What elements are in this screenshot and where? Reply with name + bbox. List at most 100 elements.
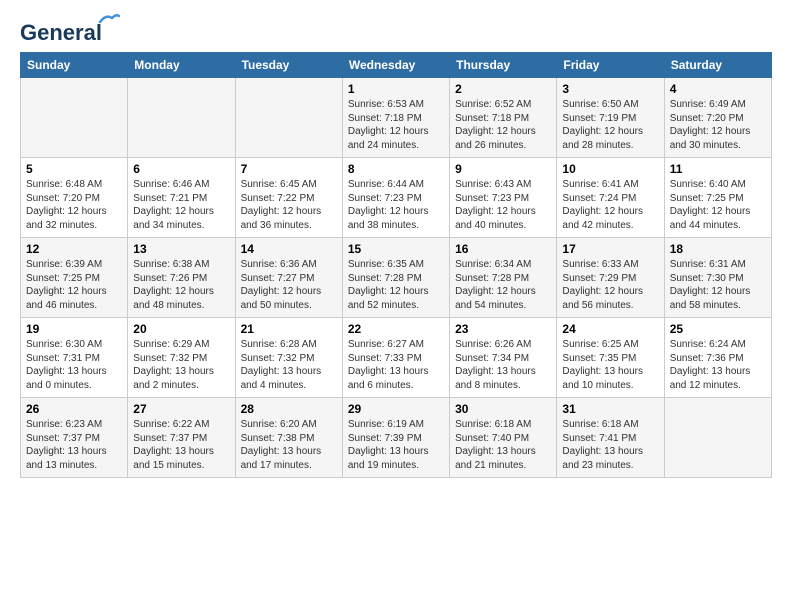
day-number: 13 xyxy=(133,242,229,256)
day-info: Sunrise: 6:20 AMSunset: 7:38 PMDaylight:… xyxy=(241,418,337,472)
day-number: 12 xyxy=(26,242,122,256)
day-number: 31 xyxy=(562,402,658,416)
calendar-cell: 21 Sunrise: 6:28 AMSunset: 7:32 PMDayligh… xyxy=(235,318,342,398)
day-info: Sunrise: 6:33 AMSunset: 7:29 PMDaylight:… xyxy=(562,258,658,312)
day-number: 6 xyxy=(133,162,229,176)
calendar-table: SundayMondayTuesdayWednesdayThursdayFrid… xyxy=(20,52,772,478)
day-number: 27 xyxy=(133,402,229,416)
day-info: Sunrise: 6:34 AMSunset: 7:28 PMDaylight:… xyxy=(455,258,551,312)
calendar-cell: 7Sunrise: 6:45 AMSunset: 7:22 PMDaylight… xyxy=(235,158,342,238)
day-number: 17 xyxy=(562,242,658,256)
calendar-cell: 12 Sunrise: 6:39 AMSunset: 7:25 PMDayligh… xyxy=(21,238,128,318)
weekday-header-friday: Friday xyxy=(557,53,664,78)
day-number: 23 xyxy=(455,322,551,336)
day-info: Sunrise: 6:22 AMSunset: 7:37 PMDaylight:… xyxy=(133,418,229,472)
day-number: 1 xyxy=(348,82,444,96)
day-number: 9 xyxy=(455,162,551,176)
day-info: Sunrise: 6:50 AMSunset: 7:19 PMDaylight:… xyxy=(562,98,658,152)
day-info: Sunrise: 6:44 AMSunset: 7:23 PMDaylight:… xyxy=(348,178,444,232)
calendar-cell: 18 Sunrise: 6:31 AMSunset: 7:30 PMDayligh… xyxy=(664,238,771,318)
calendar-cell: 29 Sunrise: 6:19 AMSunset: 7:39 PMDayligh… xyxy=(342,398,449,478)
weekday-header-tuesday: Tuesday xyxy=(235,53,342,78)
day-info: Sunrise: 6:31 AMSunset: 7:30 PMDaylight:… xyxy=(670,258,766,312)
day-number: 7 xyxy=(241,162,337,176)
day-info: Sunrise: 6:25 AMSunset: 7:35 PMDaylight:… xyxy=(562,338,658,392)
weekday-header-saturday: Saturday xyxy=(664,53,771,78)
calendar-cell xyxy=(21,78,128,158)
day-number: 15 xyxy=(348,242,444,256)
day-number: 28 xyxy=(241,402,337,416)
calendar-cell: 16 Sunrise: 6:34 AMSunset: 7:28 PMDayligh… xyxy=(450,238,557,318)
weekday-header-thursday: Thursday xyxy=(450,53,557,78)
calendar-week-row: 1 Sunrise: 6:53 AMSunset: 7:18 PMDaylight… xyxy=(21,78,772,158)
day-number: 26 xyxy=(26,402,122,416)
page-header: General xyxy=(20,20,772,42)
day-info: Sunrise: 6:23 AMSunset: 7:37 PMDaylight:… xyxy=(26,418,122,472)
calendar-week-row: 19 Sunrise: 6:30 AMSunset: 7:31 PMDayligh… xyxy=(21,318,772,398)
day-info: Sunrise: 6:46 AMSunset: 7:21 PMDaylight:… xyxy=(133,178,229,232)
calendar-cell: 23 Sunrise: 6:26 AMSunset: 7:34 PMDayligh… xyxy=(450,318,557,398)
day-number: 29 xyxy=(348,402,444,416)
calendar-cell: 30 Sunrise: 6:18 AMSunset: 7:40 PMDayligh… xyxy=(450,398,557,478)
calendar-cell: 11Sunrise: 6:40 AMSunset: 7:25 PMDayligh… xyxy=(664,158,771,238)
logo-general: General xyxy=(20,20,102,45)
calendar-cell: 4Sunrise: 6:49 AMSunset: 7:20 PMDaylight… xyxy=(664,78,771,158)
day-info: Sunrise: 6:38 AMSunset: 7:26 PMDaylight:… xyxy=(133,258,229,312)
day-number: 19 xyxy=(26,322,122,336)
calendar-cell: 8 Sunrise: 6:44 AMSunset: 7:23 PMDaylight… xyxy=(342,158,449,238)
calendar-cell: 26 Sunrise: 6:23 AMSunset: 7:37 PMDayligh… xyxy=(21,398,128,478)
day-info: Sunrise: 6:43 AMSunset: 7:23 PMDaylight:… xyxy=(455,178,551,232)
day-info: Sunrise: 6:28 AMSunset: 7:32 PMDaylight:… xyxy=(241,338,337,392)
weekday-header-wednesday: Wednesday xyxy=(342,53,449,78)
day-number: 24 xyxy=(562,322,658,336)
calendar-cell: 2 Sunrise: 6:52 AMSunset: 7:18 PMDaylight… xyxy=(450,78,557,158)
day-info: Sunrise: 6:39 AMSunset: 7:25 PMDaylight:… xyxy=(26,258,122,312)
day-number: 10 xyxy=(562,162,658,176)
day-info: Sunrise: 6:36 AMSunset: 7:27 PMDaylight:… xyxy=(241,258,337,312)
calendar-cell: 6 Sunrise: 6:46 AMSunset: 7:21 PMDaylight… xyxy=(128,158,235,238)
day-number: 16 xyxy=(455,242,551,256)
calendar-cell: 17 Sunrise: 6:33 AMSunset: 7:29 PMDayligh… xyxy=(557,238,664,318)
day-number: 11 xyxy=(670,162,766,176)
calendar-cell xyxy=(664,398,771,478)
calendar-cell: 10Sunrise: 6:41 AMSunset: 7:24 PMDayligh… xyxy=(557,158,664,238)
day-info: Sunrise: 6:49 AMSunset: 7:20 PMDaylight:… xyxy=(670,98,766,152)
day-info: Sunrise: 6:18 AMSunset: 7:40 PMDaylight:… xyxy=(455,418,551,472)
calendar-week-row: 5 Sunrise: 6:48 AMSunset: 7:20 PMDaylight… xyxy=(21,158,772,238)
calendar-cell: 25 Sunrise: 6:24 AMSunset: 7:36 PMDayligh… xyxy=(664,318,771,398)
calendar-cell: 22 Sunrise: 6:27 AMSunset: 7:33 PMDayligh… xyxy=(342,318,449,398)
calendar-cell: 19 Sunrise: 6:30 AMSunset: 7:31 PMDayligh… xyxy=(21,318,128,398)
calendar-cell: 20 Sunrise: 6:29 AMSunset: 7:32 PMDayligh… xyxy=(128,318,235,398)
day-info: Sunrise: 6:48 AMSunset: 7:20 PMDaylight:… xyxy=(26,178,122,232)
day-info: Sunrise: 6:26 AMSunset: 7:34 PMDaylight:… xyxy=(455,338,551,392)
day-number: 30 xyxy=(455,402,551,416)
day-info: Sunrise: 6:30 AMSunset: 7:31 PMDaylight:… xyxy=(26,338,122,392)
day-number: 2 xyxy=(455,82,551,96)
day-number: 20 xyxy=(133,322,229,336)
day-number: 21 xyxy=(241,322,337,336)
day-number: 25 xyxy=(670,322,766,336)
calendar-cell: 28 Sunrise: 6:20 AMSunset: 7:38 PMDayligh… xyxy=(235,398,342,478)
weekday-header-sunday: Sunday xyxy=(21,53,128,78)
day-number: 22 xyxy=(348,322,444,336)
day-info: Sunrise: 6:24 AMSunset: 7:36 PMDaylight:… xyxy=(670,338,766,392)
day-number: 5 xyxy=(26,162,122,176)
day-info: Sunrise: 6:27 AMSunset: 7:33 PMDaylight:… xyxy=(348,338,444,392)
day-number: 3 xyxy=(562,82,658,96)
day-info: Sunrise: 6:53 AMSunset: 7:18 PMDaylight:… xyxy=(348,98,444,152)
day-info: Sunrise: 6:29 AMSunset: 7:32 PMDaylight:… xyxy=(133,338,229,392)
calendar-cell xyxy=(128,78,235,158)
day-number: 18 xyxy=(670,242,766,256)
calendar-cell: 3 Sunrise: 6:50 AMSunset: 7:19 PMDaylight… xyxy=(557,78,664,158)
calendar-cell: 13 Sunrise: 6:38 AMSunset: 7:26 PMDayligh… xyxy=(128,238,235,318)
calendar-week-row: 12 Sunrise: 6:39 AMSunset: 7:25 PMDayligh… xyxy=(21,238,772,318)
day-info: Sunrise: 6:52 AMSunset: 7:18 PMDaylight:… xyxy=(455,98,551,152)
weekday-header-row: SundayMondayTuesdayWednesdayThursdayFrid… xyxy=(21,53,772,78)
day-number: 8 xyxy=(348,162,444,176)
calendar-cell: 9 Sunrise: 6:43 AMSunset: 7:23 PMDaylight… xyxy=(450,158,557,238)
day-info: Sunrise: 6:19 AMSunset: 7:39 PMDaylight:… xyxy=(348,418,444,472)
calendar-cell: 14Sunrise: 6:36 AMSunset: 7:27 PMDayligh… xyxy=(235,238,342,318)
calendar-cell xyxy=(235,78,342,158)
calendar-cell: 27 Sunrise: 6:22 AMSunset: 7:37 PMDayligh… xyxy=(128,398,235,478)
calendar-cell: 1 Sunrise: 6:53 AMSunset: 7:18 PMDaylight… xyxy=(342,78,449,158)
